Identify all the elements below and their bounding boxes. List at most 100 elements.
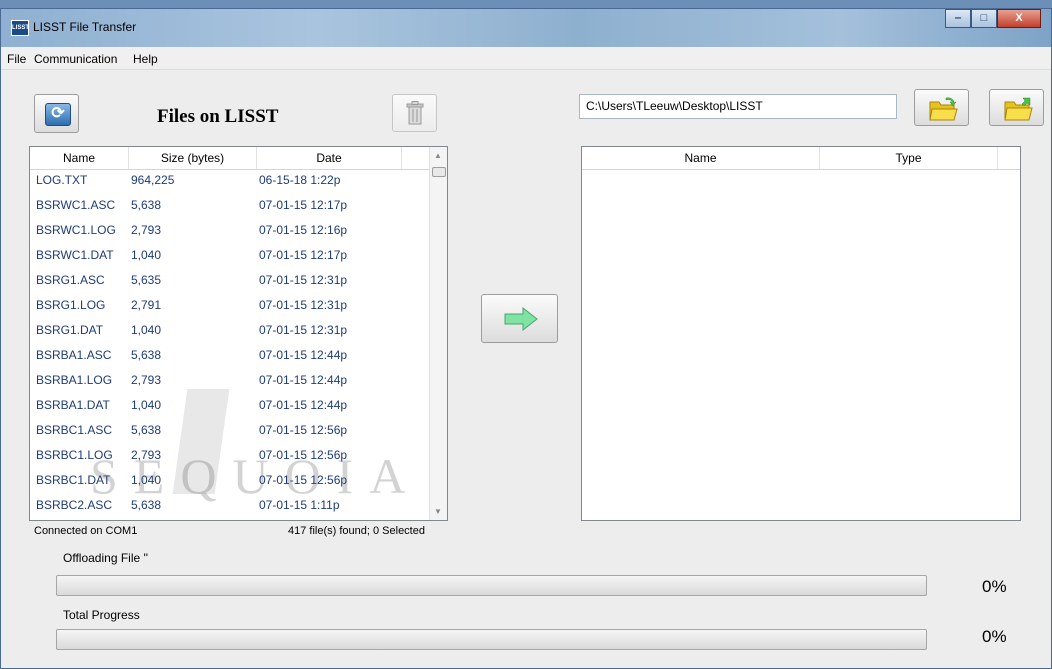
file-date-cell: 07-01-15 12:31p (259, 298, 348, 312)
table-row[interactable]: BSRBA1.DAT 1,040 07-01-15 12:44p (30, 394, 428, 416)
file-list-header: Name Size (bytes) Date (30, 147, 447, 170)
file-size-cell: 2,793 (131, 373, 162, 387)
column-header-local-type[interactable]: Type (820, 147, 998, 169)
file-name-cell: BSRBA1.ASC (36, 348, 112, 362)
lisst-file-list[interactable]: Name Size (bytes) Date LOG.TXT 964,225 06-… (29, 146, 448, 521)
column-header-local-name[interactable]: Name (582, 147, 820, 169)
browse-folder-button[interactable] (989, 89, 1044, 126)
offloading-file-label: Offloading File '' (63, 551, 149, 565)
offloading-progress-bar (56, 575, 927, 596)
table-row[interactable]: BSRG1.DAT 1,040 07-01-15 12:31p (30, 319, 428, 341)
window-title: LISST File Transfer (33, 20, 137, 34)
column-header-date[interactable]: Date (257, 147, 402, 169)
scroll-up-arrow[interactable]: ▲ (434, 151, 442, 160)
file-size-cell: 1,040 (131, 323, 162, 337)
table-row[interactable]: BSRBC1.DAT 1,040 07-01-15 12:56p (30, 469, 428, 491)
file-size-cell: 5,638 (131, 198, 162, 212)
open-folder-button[interactable] (914, 89, 969, 126)
maximize-button[interactable]: □ (971, 9, 997, 28)
file-name-cell: BSRBC2.ASC (36, 498, 113, 512)
local-list-header: Name Type (582, 147, 1020, 170)
local-file-list[interactable]: Name Type (581, 146, 1021, 521)
table-row[interactable]: BSRWC1.ASC 5,638 07-01-15 12:17p (30, 194, 428, 216)
file-date-cell: 07-01-15 12:56p (259, 423, 348, 437)
file-date-cell: 07-01-15 12:56p (259, 473, 348, 487)
file-list-scrollbar[interactable]: ▲ ▼ (429, 147, 447, 520)
total-percent: 0% (982, 627, 1007, 646)
file-size-cell: 964,225 (131, 173, 175, 187)
file-size-cell: 2,793 (131, 448, 162, 462)
folder-open-icon (929, 97, 958, 121)
file-name-cell: BSRBC1.LOG (36, 448, 113, 462)
title-bar[interactable]: LISST LISST File Transfer ‒ □ X (1, 9, 1051, 47)
table-row[interactable]: BSRBA1.ASC 5,638 07-01-15 12:44p (30, 344, 428, 366)
table-row[interactable]: LOG.TXT 964,225 06-15-18 1:22p (30, 169, 428, 191)
connection-status: Connected on COM1 (34, 525, 138, 537)
menu-file[interactable]: File (7, 52, 26, 66)
table-row[interactable]: BSRBA1.LOG 2,793 07-01-15 12:44p (30, 369, 428, 391)
file-size-cell: 5,638 (131, 423, 162, 437)
app-window: LISST LISST File Transfer ‒ □ X File Com… (0, 8, 1052, 669)
file-name-cell: BSRBA1.LOG (36, 373, 113, 387)
file-date-cell: 07-01-15 12:31p (259, 323, 348, 337)
file-name-cell: BSRWC1.LOG (36, 223, 116, 237)
scroll-down-arrow[interactable]: ▼ (434, 507, 442, 516)
file-date-cell: 07-01-15 12:31p (259, 273, 348, 287)
file-size-cell: 5,638 (131, 498, 162, 512)
menu-help[interactable]: Help (133, 52, 158, 66)
table-row[interactable]: BSRWC1.LOG 2,793 07-01-15 12:16p (30, 219, 428, 241)
file-date-cell: 07-01-15 12:44p (259, 373, 348, 387)
table-row[interactable]: BSRWC1.DAT 1,040 07-01-15 12:17p (30, 244, 428, 266)
trash-icon (406, 101, 424, 125)
file-name-cell: BSRG1.DAT (36, 323, 104, 337)
table-row[interactable]: BSRBC1.LOG 2,793 07-01-15 12:56p (30, 444, 428, 466)
transfer-button[interactable] (481, 294, 558, 343)
menu-communication[interactable]: Communication (34, 52, 117, 66)
scroll-thumb[interactable] (432, 167, 446, 177)
file-size-cell: 2,791 (131, 298, 162, 312)
file-date-cell: 07-01-15 1:11p (259, 498, 340, 512)
table-row[interactable]: BSRG1.LOG 2,791 07-01-15 12:31p (30, 294, 428, 316)
file-name-cell: BSRBC1.DAT (36, 473, 111, 487)
file-date-cell: 06-15-18 1:22p (259, 173, 341, 187)
file-name-cell: BSRBA1.DAT (36, 398, 110, 412)
file-size-cell: 1,040 (131, 248, 162, 262)
total-progress-label: Total Progress (63, 608, 140, 622)
file-date-cell: 07-01-15 12:16p (259, 223, 348, 237)
destination-path-field[interactable]: C:\Users\TLeeuw\Desktop\LISST (579, 94, 897, 119)
file-name-cell: BSRWC1.DAT (36, 248, 114, 262)
table-row[interactable]: BSRBC1.ASC 5,638 07-01-15 12:56p (30, 419, 428, 441)
file-date-cell: 07-01-15 12:17p (259, 248, 348, 262)
file-size-cell: 1,040 (131, 398, 162, 412)
column-header-size[interactable]: Size (bytes) (129, 147, 257, 169)
delete-button[interactable] (392, 94, 437, 132)
refresh-icon: ⟳ (45, 103, 71, 126)
table-row[interactable]: BSRBC2.ASC 5,638 07-01-15 1:11p (30, 494, 428, 516)
file-name-cell: LOG.TXT (36, 173, 88, 187)
minimize-button[interactable]: ‒ (945, 9, 971, 28)
file-name-cell: BSRG1.LOG (36, 298, 106, 312)
close-button[interactable]: X (997, 9, 1041, 28)
file-date-cell: 07-01-15 12:56p (259, 448, 348, 462)
app-icon: LISST (11, 20, 29, 36)
file-size-cell: 1,040 (131, 473, 162, 487)
folder-icon (1004, 97, 1033, 121)
files-found-status: 417 file(s) found; 0 Selected (288, 525, 425, 537)
total-progress-bar (56, 629, 927, 650)
file-date-cell: 07-01-15 12:44p (259, 348, 348, 362)
file-name-cell: BSRWC1.ASC (36, 198, 116, 212)
file-size-cell: 2,793 (131, 223, 162, 237)
file-name-cell: BSRG1.ASC (36, 273, 105, 287)
file-size-cell: 5,635 (131, 273, 162, 287)
file-date-cell: 07-01-15 12:44p (259, 398, 348, 412)
refresh-button[interactable]: ⟳ (34, 94, 79, 133)
arrow-right-icon (504, 307, 538, 331)
file-name-cell: BSRBC1.ASC (36, 423, 113, 437)
menu-bar: File Communication Help (1, 47, 1051, 70)
column-header-name[interactable]: Name (30, 147, 129, 169)
offloading-percent: 0% (982, 577, 1007, 596)
files-panel-title: Files on LISST (157, 106, 279, 127)
file-date-cell: 07-01-15 12:17p (259, 198, 348, 212)
file-size-cell: 5,638 (131, 348, 162, 362)
table-row[interactable]: BSRG1.ASC 5,635 07-01-15 12:31p (30, 269, 428, 291)
